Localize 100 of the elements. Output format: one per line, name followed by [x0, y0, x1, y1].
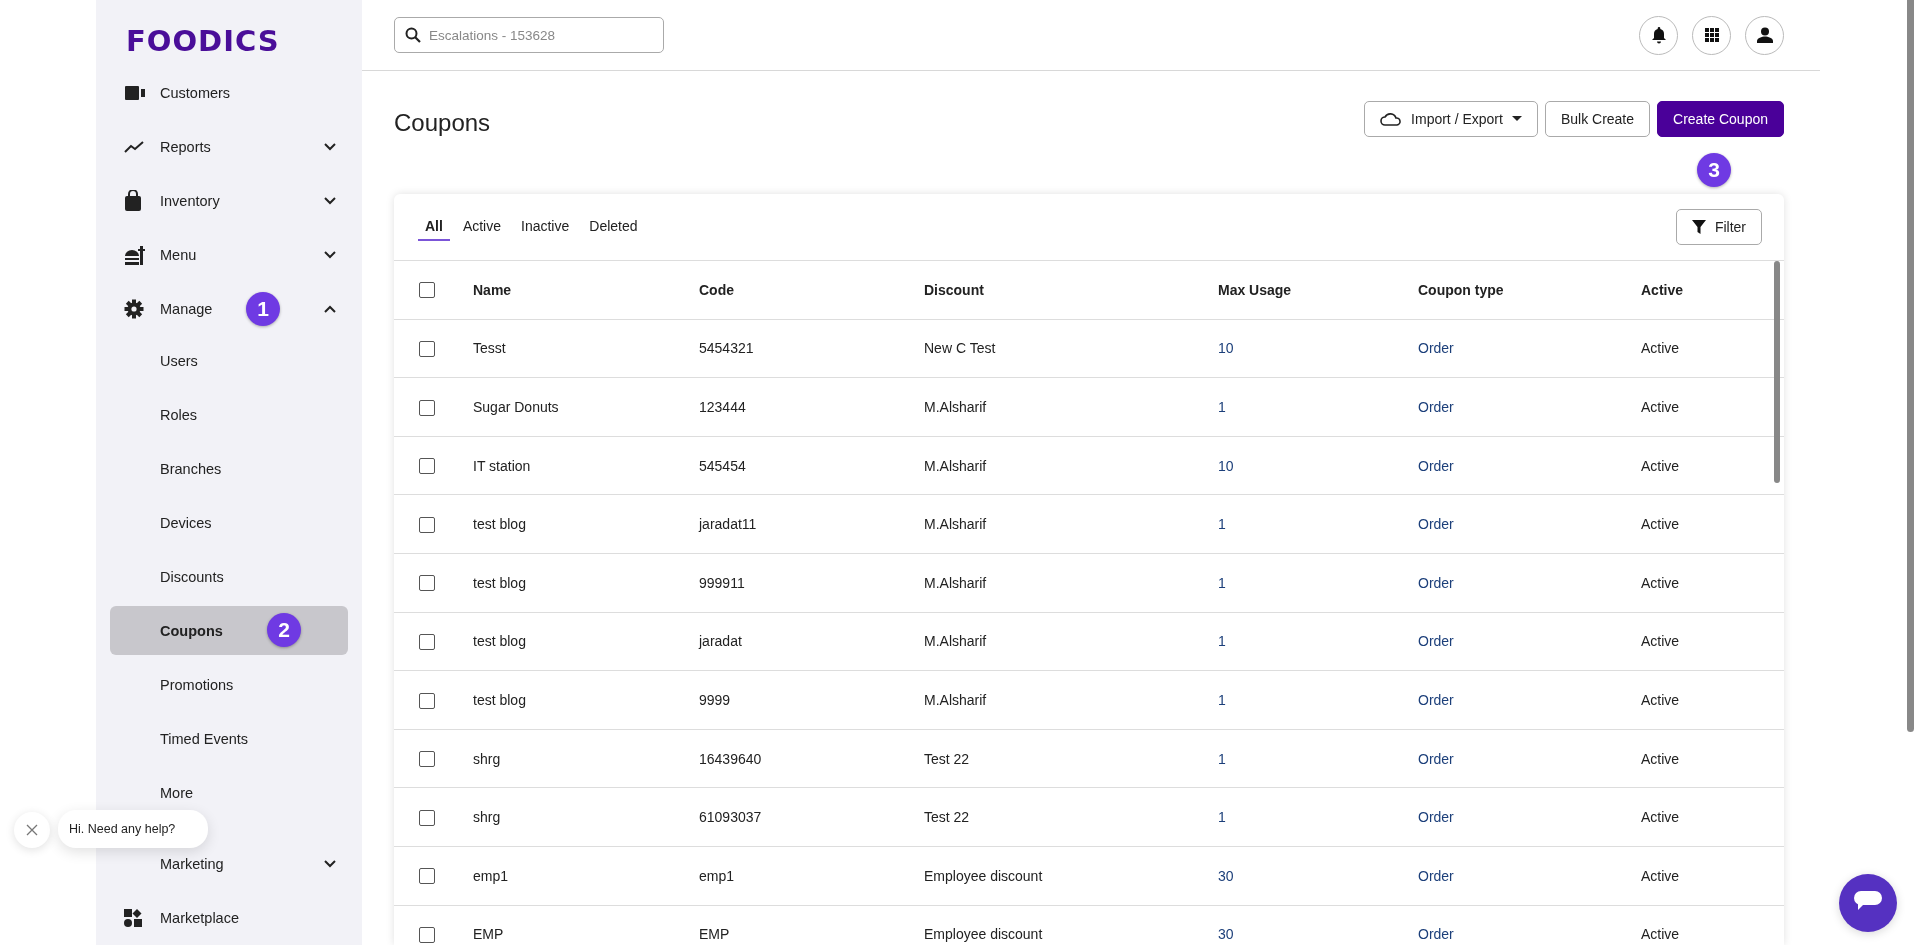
- row-checkbox[interactable]: [419, 399, 435, 416]
- table-cell: 1: [1218, 399, 1226, 415]
- row-checkbox[interactable]: [419, 575, 435, 592]
- table-cell: Test 22: [924, 750, 970, 767]
- row-checkbox[interactable]: [419, 809, 435, 826]
- column-header: Max Usage: [1218, 281, 1292, 298]
- sidebar-item[interactable]: Menu: [96, 228, 362, 282]
- table-cell: Sugar Donuts: [473, 399, 559, 415]
- table-cell: 999911: [699, 574, 745, 591]
- table-cell: IT station: [473, 457, 531, 474]
- tab[interactable]: All: [418, 213, 450, 241]
- filter-button[interactable]: Filter: [1675, 209, 1762, 245]
- column-header: Code: [699, 281, 734, 298]
- table-cell: 1: [1218, 750, 1226, 767]
- item-label: Marketplace: [160, 910, 239, 926]
- table-cell: 30: [1218, 926, 1234, 943]
- sidebar-subitem[interactable]: Discounts: [110, 552, 348, 601]
- table-cell: Test 22: [924, 809, 970, 826]
- tab[interactable]: Deleted: [582, 213, 645, 241]
- item-label: Customers: [160, 85, 231, 101]
- table-cell: Order: [1418, 516, 1454, 533]
- create-coupon-button[interactable]: Create Coupon: [1657, 101, 1784, 137]
- table-cell: Active: [1641, 867, 1680, 884]
- table-cell: EMP: [473, 926, 504, 943]
- row-checkbox[interactable]: [419, 926, 435, 943]
- table-cell: Active: [1641, 399, 1680, 415]
- tab[interactable]: Inactive: [514, 213, 577, 241]
- import-export-button[interactable]: Import / Export: [1364, 101, 1538, 137]
- table-cell: 16439640: [699, 750, 762, 767]
- table-cell: shrg: [473, 809, 501, 826]
- bulk-create-button[interactable]: Bulk Create: [1544, 101, 1651, 137]
- table-cell: M.Alsharif: [924, 633, 987, 650]
- bag-icon: [124, 190, 142, 212]
- table-cell: test blog: [473, 691, 526, 708]
- card-icon: [124, 84, 146, 103]
- table-cell: M.Alsharif: [924, 457, 987, 474]
- sidebar-item[interactable]: Inventory: [96, 174, 362, 228]
- table-cell: Order: [1418, 691, 1454, 708]
- page-title: Coupons: [394, 108, 491, 137]
- item-label: Manage: [160, 301, 213, 317]
- table-cell: emp1: [473, 867, 509, 884]
- scrollbar[interactable]: [1774, 261, 1780, 483]
- sidebar-item[interactable]: Marketplace: [96, 891, 362, 945]
- chat-button[interactable]: [1839, 874, 1897, 932]
- step-badge: 1: [246, 292, 280, 326]
- item-label: Marketing: [160, 856, 224, 872]
- row-checkbox[interactable]: [419, 516, 435, 533]
- sidebar-subitem[interactable]: Devices: [110, 498, 348, 547]
- close-icon: [26, 824, 38, 836]
- table-cell: 9999: [699, 691, 731, 708]
- step-badge: 2: [267, 613, 301, 647]
- row-checkbox[interactable]: [419, 341, 435, 358]
- sidebar-subitem[interactable]: Branches: [110, 444, 348, 493]
- table-cell: 10: [1218, 457, 1234, 474]
- profile-button[interactable]: [1745, 15, 1784, 55]
- row-checkbox[interactable]: [419, 868, 435, 885]
- table-cell: Tesst: [473, 340, 506, 357]
- column-header: Name: [473, 281, 512, 298]
- funnel-icon: [1691, 220, 1706, 234]
- table-cell: Employee discount: [924, 926, 1043, 943]
- table-cell: Active: [1641, 574, 1680, 591]
- table-cell: 545454: [699, 457, 746, 474]
- select-all-checkbox[interactable]: [419, 282, 435, 299]
- table-cell: Order: [1418, 809, 1454, 826]
- table-cell: 30: [1218, 867, 1234, 884]
- table-cell: 1: [1218, 633, 1226, 650]
- sidebar-subitem[interactable]: Roles: [110, 390, 348, 439]
- scrollbar[interactable]: [1907, 0, 1914, 732]
- column-header: Coupon type: [1418, 281, 1504, 298]
- table-cell: 61093037: [699, 809, 762, 826]
- table-cell: Active: [1641, 516, 1680, 533]
- item-label: Reports: [160, 139, 211, 155]
- table-cell: emp1: [699, 867, 735, 884]
- table-cell: EMP: [699, 926, 730, 943]
- sidebar-item[interactable]: Reports: [96, 120, 362, 174]
- table-cell: 10: [1218, 340, 1234, 357]
- sidebar-item[interactable]: Customers: [96, 84, 362, 120]
- apps-button[interactable]: [1692, 15, 1731, 55]
- tab[interactable]: Active: [455, 213, 508, 241]
- sidebar-item[interactable]: Manage 1: [96, 282, 362, 336]
- notifications-button[interactable]: [1639, 15, 1678, 55]
- logo[interactable]: FOODICS: [96, 0, 362, 84]
- row-checkbox[interactable]: [419, 751, 435, 768]
- row-checkbox[interactable]: [419, 634, 435, 650]
- table-cell: Active: [1641, 633, 1680, 650]
- trend-icon: [124, 140, 144, 154]
- sidebar-subitem[interactable]: Promotions: [110, 660, 348, 709]
- table-cell: Order: [1418, 340, 1454, 357]
- sidebar-subitem[interactable]: Coupons 2: [110, 606, 348, 655]
- row-checkbox[interactable]: [419, 692, 435, 709]
- sidebar-subitem[interactable]: Users: [110, 336, 348, 385]
- table-cell: 1: [1218, 516, 1226, 533]
- column-header: Active: [1641, 281, 1684, 298]
- search-field[interactable]: Escalations - 153628: [394, 17, 664, 53]
- row-checkbox[interactable]: [419, 458, 435, 475]
- caret-icon: [1511, 116, 1522, 122]
- sidebar-subitem[interactable]: Timed Events: [110, 714, 348, 763]
- table-cell: Active: [1641, 926, 1680, 943]
- search-input[interactable]: Escalations - 153628: [427, 26, 653, 44]
- search-icon: [405, 27, 421, 43]
